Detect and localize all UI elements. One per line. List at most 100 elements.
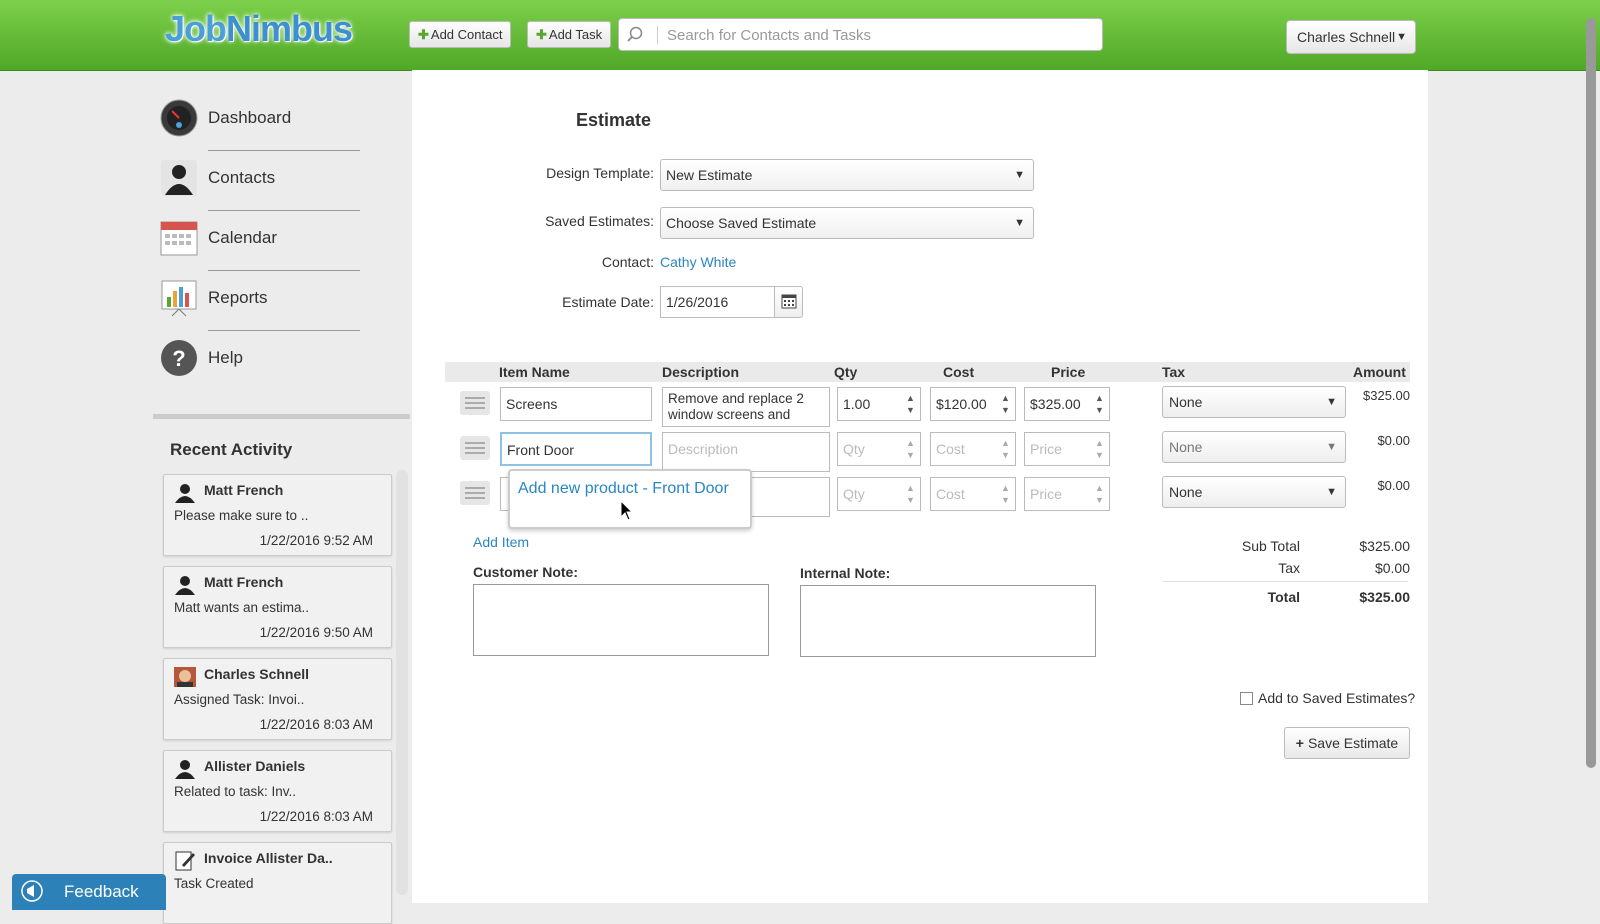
sidebar-item-help[interactable]: ? Help (160, 336, 360, 396)
stepper-arrows-icon[interactable]: ▲ ▼ (1095, 482, 1105, 506)
design-template-label: Design Template: (546, 165, 654, 181)
add-contact-button[interactable]: ✚ Add Contact (409, 21, 512, 48)
avatar-photo-icon (174, 667, 196, 687)
price-placeholder: Price (1030, 441, 1062, 457)
col-item-name: Item Name (499, 364, 570, 380)
qty-input[interactable]: Qty ▲ ▼ (837, 477, 921, 511)
nav-divider (208, 210, 360, 211)
tax-select[interactable]: None ▼ (1162, 431, 1346, 463)
description-input[interactable]: Description (662, 432, 830, 472)
design-template-value: New Estimate (666, 167, 753, 183)
stepper-arrows-icon[interactable]: ▲ ▼ (1095, 437, 1105, 461)
chevron-down-icon: ▼ (1326, 441, 1337, 453)
save-estimate-label: Save Estimate (1307, 735, 1399, 751)
sidebar-item-reports[interactable]: Reports (160, 276, 360, 336)
item-name-input[interactable]: Front Door (500, 432, 652, 466)
price-input[interactable]: $325.00 ▲ ▼ (1024, 387, 1110, 421)
cost-input[interactable]: Cost ▲ ▼ (930, 477, 1016, 511)
sidebar-divider (153, 414, 410, 419)
activity-author: Matt French (204, 574, 284, 590)
chevron-down-icon: ▼ (1014, 169, 1025, 181)
chevron-down-icon: ▼ (1014, 217, 1025, 229)
tax-total-value: $0.00 (1374, 560, 1410, 576)
stepper-arrows-icon[interactable]: ▲ ▼ (906, 437, 916, 461)
activity-card[interactable]: Matt French Matt wants an estima.. 1/22/… (163, 566, 392, 648)
activity-text: Matt wants an estima.. (174, 600, 310, 615)
add-to-saved-checkbox[interactable] (1240, 692, 1253, 705)
activity-card[interactable]: Invoice Allister Da.. Task Created (163, 842, 392, 924)
stepper-arrows-icon[interactable]: ▲ ▼ (906, 392, 916, 416)
svg-text:?: ? (172, 346, 185, 371)
col-qty: Qty (834, 364, 858, 380)
saved-estimates-value: Choose Saved Estimate (666, 215, 817, 231)
item-name-input[interactable]: Screens (500, 387, 652, 421)
col-cost: Cost (943, 364, 975, 380)
tax-select[interactable]: None ▼ (1162, 476, 1346, 508)
tax-select[interactable]: None ▼ (1162, 386, 1346, 418)
add-item-link[interactable]: Add Item (473, 534, 529, 550)
date-picker-button[interactable] (774, 286, 803, 318)
description-input[interactable]: Remove and replace 2 window screens and (662, 387, 830, 427)
stepper-arrows-icon[interactable]: ▲ ▼ (1001, 482, 1011, 506)
internal-note-label: Internal Note: (800, 565, 891, 581)
activity-author: Allister Daniels (204, 758, 306, 774)
sidebar-item-dashboard[interactable]: Dashboard (160, 96, 360, 156)
chevron-down-icon: ▼ (1326, 486, 1337, 498)
saved-estimates-select[interactable]: Choose Saved Estimate ▼ (660, 207, 1034, 239)
contact-link[interactable]: Cathy White (660, 254, 736, 270)
stepper-arrows-icon[interactable]: ▲ ▼ (1001, 437, 1011, 461)
autocomplete-option-add-product[interactable]: Add new product - Front Door (518, 477, 738, 501)
logo-text-nimbus: Nimbus (226, 8, 353, 49)
activity-card[interactable]: Matt French Please make sure to .. 1/22/… (163, 474, 392, 556)
activity-author: Matt French (204, 482, 284, 498)
drag-handle-icon[interactable] (460, 436, 490, 460)
add-task-button[interactable]: ✚ Add Task (527, 21, 612, 48)
person-icon (161, 160, 197, 196)
tax-value: None (1169, 484, 1203, 500)
drag-handle-icon[interactable] (460, 481, 490, 505)
sidebar-item-contacts[interactable]: Contacts (160, 156, 360, 216)
saved-estimates-label: Saved Estimates: (545, 213, 654, 229)
cost-input[interactable]: Cost ▲ ▼ (930, 432, 1016, 466)
jobnimbus-logo[interactable]: JobNimbus (165, 8, 353, 50)
plus-icon: + (1295, 735, 1304, 751)
stepper-arrows-icon[interactable]: ▲ ▼ (1001, 392, 1011, 416)
calendar-icon (160, 221, 198, 256)
page-scrollbar[interactable] (1586, 18, 1596, 768)
activity-scrollbar[interactable] (396, 470, 408, 895)
internal-note-textarea[interactable] (800, 585, 1096, 657)
user-menu-button[interactable]: Charles Schnell ▼ (1286, 20, 1416, 54)
design-template-select[interactable]: New Estimate ▼ (660, 159, 1034, 191)
customer-note-textarea[interactable] (473, 584, 769, 656)
subtotal-label: Sub Total (1241, 538, 1300, 554)
price-input[interactable]: Price ▲ ▼ (1024, 477, 1110, 511)
cost-input[interactable]: $120.00 ▲ ▼ (930, 387, 1016, 421)
estimate-date-input[interactable]: 1/26/2016 (660, 286, 775, 318)
calendar-icon (781, 294, 797, 309)
price-input[interactable]: Price ▲ ▼ (1024, 432, 1110, 466)
activity-date: 1/22/2016 8:03 AM (259, 717, 373, 732)
save-estimate-button[interactable]: + Save Estimate (1284, 727, 1410, 759)
help-icon: ? (161, 340, 197, 376)
add-contact-label: Add Contact (430, 27, 503, 42)
tax-value: None (1169, 394, 1203, 410)
stepper-arrows-icon[interactable]: ▲ ▼ (1095, 392, 1105, 416)
search-input[interactable] (665, 23, 1089, 47)
plus-icon: ✚ (418, 27, 429, 42)
activity-card[interactable]: Charles Schnell Assigned Task: Invoi.. 1… (163, 658, 392, 740)
price-placeholder: Price (1030, 486, 1062, 502)
activity-author: Invoice Allister Da.. (204, 850, 333, 866)
sidebar-item-calendar[interactable]: Calendar (160, 216, 360, 276)
search-icon[interactable] (627, 26, 643, 42)
stepper-arrows-icon[interactable]: ▲ ▼ (906, 482, 916, 506)
nav-divider (208, 330, 360, 331)
qty-input[interactable]: Qty ▲ ▼ (837, 432, 921, 466)
nav-divider (208, 270, 360, 271)
activity-card[interactable]: Allister Daniels Related to task: Inv.. … (163, 750, 392, 832)
drag-handle-icon[interactable] (460, 391, 490, 415)
feedback-button[interactable]: Feedback (12, 874, 166, 910)
activity-date: 1/22/2016 8:03 AM (259, 809, 373, 824)
qty-input[interactable]: 1.00 ▲ ▼ (837, 387, 921, 421)
person-icon (175, 760, 195, 779)
logo-text-job: Job (165, 8, 227, 49)
